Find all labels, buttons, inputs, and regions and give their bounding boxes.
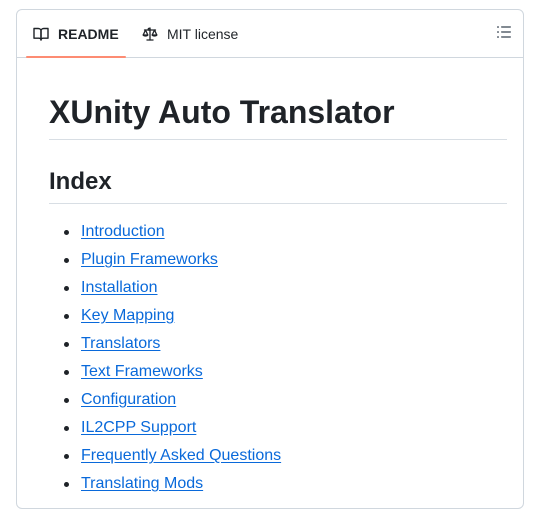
index-link-configuration[interactable]: Configuration [81,391,176,408]
readme-tabbar: README MIT license [17,10,523,58]
list-item: Introduction [63,220,281,248]
index-link-installation[interactable]: Installation [81,279,158,296]
index-link-introduction[interactable]: Introduction [81,223,165,240]
list-item: Key Mapping [63,304,281,332]
list-item: Frequently Asked Questions [63,444,281,472]
index-heading: Index [49,167,507,204]
readme-panel: README MIT license XUnity Auto Translato… [16,9,524,509]
index-link-plugin-frameworks[interactable]: Plugin Frameworks [81,251,218,268]
list-item: Installation [63,276,281,304]
index-link-text-frameworks[interactable]: Text Frameworks [81,363,203,380]
list-item: Text Frameworks [63,360,281,388]
tab-readme-label: README [58,25,119,42]
index-link-translating-mods[interactable]: Translating Mods [81,475,203,492]
outline-button[interactable] [488,18,520,50]
index-link-translators[interactable]: Translators [81,335,160,352]
active-tab-indicator [26,56,126,58]
index-link-faq[interactable]: Frequently Asked Questions [81,447,281,464]
tab-readme[interactable]: README [26,10,126,58]
law-scale-icon [142,26,167,42]
index-link-key-mapping[interactable]: Key Mapping [81,307,174,324]
tab-license-label: MIT license [167,25,239,42]
list-item: Translators [63,332,281,360]
list-item: Configuration [63,388,281,416]
list-unordered-icon [496,24,512,45]
list-item: IL2CPP Support [63,416,281,444]
index-list: Introduction Plugin Frameworks Installat… [49,220,281,500]
book-icon [33,26,58,42]
index-link-il2cpp-support[interactable]: IL2CPP Support [81,419,196,436]
tab-license[interactable]: MIT license [142,10,238,57]
list-item: Plugin Frameworks [63,248,281,276]
list-item: Translating Mods [63,472,281,500]
page-title: XUnity Auto Translator [49,92,507,140]
